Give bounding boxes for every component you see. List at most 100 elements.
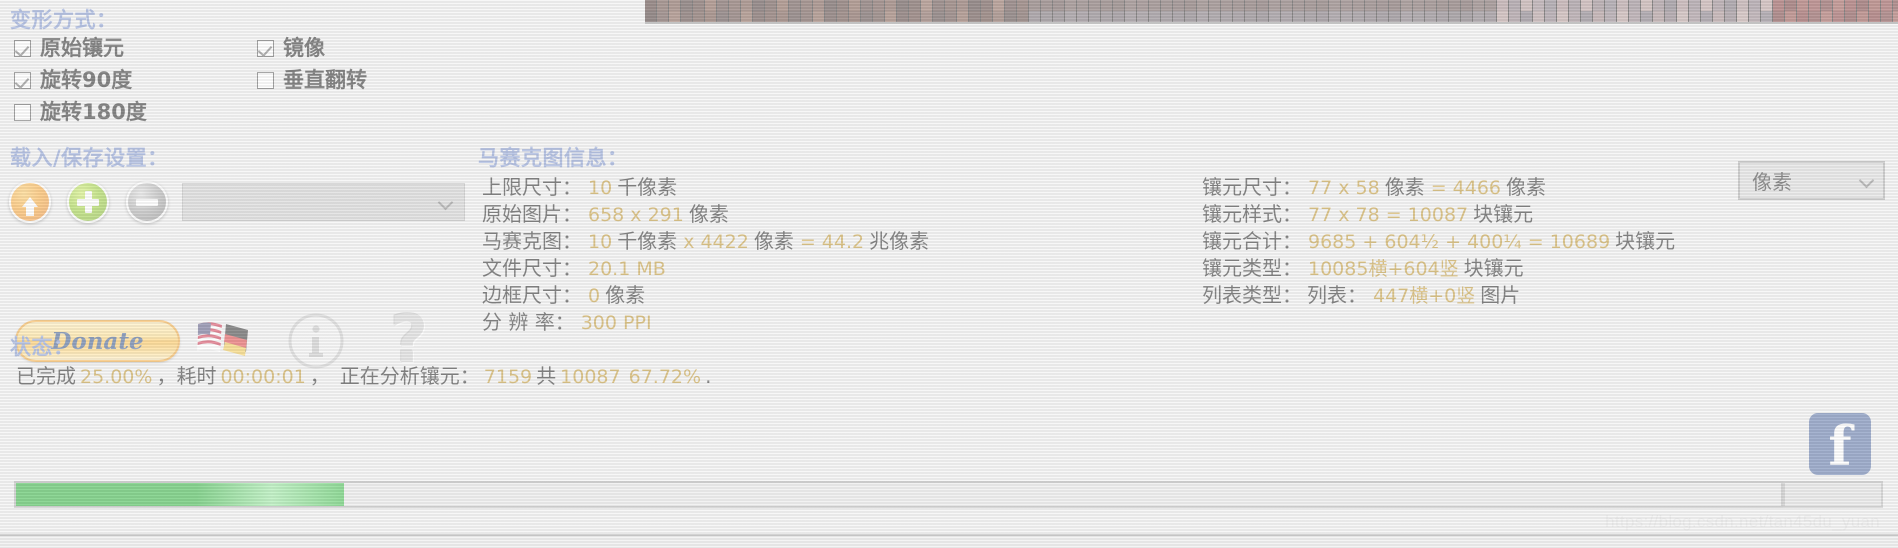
info-key: 列表类型： [1202,283,1302,307]
mosaic-preview-strip[interactable] [645,0,1898,24]
mosaic-tile [1617,11,1629,22]
chevron-down-icon[interactable] [1860,174,1873,187]
mosaic-tile [849,0,861,11]
mosaic-tile [693,0,705,11]
info-key: 边框尺寸： [482,283,582,307]
mosaic-tile [849,11,861,22]
mosaic-tile [705,0,717,11]
info-value: 20.1 MB [588,258,666,280]
load-settings-button[interactable] [9,181,51,223]
mosaic-tile [1161,0,1173,11]
mosaic-tile [1785,0,1797,11]
watermark-text: https://blog.csdn.net/tan45du_yuan [1605,512,1880,531]
mosaic-tile [1437,11,1449,22]
info-row: 镶元类型： 10085横+604竖 块镶元 [1202,255,1675,282]
mosaic-tile [1869,0,1881,11]
info-unit: 块镶元 [1463,256,1524,280]
mosaic-tile [1773,0,1785,11]
checkbox-flip-vertical[interactable]: 垂直翻转 [257,70,367,91]
settings-preset-dropdown[interactable] [182,183,465,221]
mosaic-tile [993,11,1005,22]
info-unit-2: 像素 [753,229,794,253]
info-unit-2: 像素 [1506,175,1547,199]
checkbox-rotate-90[interactable]: 旋转90度 [14,70,132,91]
facebook-icon[interactable]: f [1809,413,1871,475]
mosaic-tile [885,0,897,11]
info-row: 上限尺寸： 10 千像素 [482,174,929,201]
mosaic-tile [1353,11,1365,22]
mosaic-tile [1305,11,1317,22]
mosaic-tile [897,0,909,11]
mosaic-tile [1509,0,1521,11]
info-unit: 块镶元 [1473,202,1534,226]
info-row: 镶元合计： 9685 + 604½ + 400¼ = 10689 块镶元 [1202,228,1675,255]
mosaic-tile [1677,0,1689,11]
mosaic-tile [681,11,693,22]
unit-dropdown[interactable]: 像素 [1738,161,1885,200]
checkbox-box-icon[interactable] [257,72,274,89]
mosaic-tile [657,0,669,11]
mosaic-tile [861,0,873,11]
mosaic-tile [1329,11,1341,22]
info-row: 马赛克图： 10 千像素 x 4422 像素 = 44.2 兆像素 [482,228,929,255]
mosaic-tile [945,0,957,11]
checkbox-box-icon[interactable] [257,40,274,57]
checkbox-mirror[interactable]: 镜像 [257,38,325,59]
mosaic-tile [1521,0,1533,11]
progress-bar-fill [16,483,345,506]
mosaic-tile [1245,11,1257,22]
info-unit-2: 图片 [1480,283,1521,307]
unit-dropdown-value: 像素 [1752,170,1792,194]
scrollbar-thumb[interactable] [1783,481,1883,508]
mosaic-tile [1449,0,1461,11]
mosaic-tile [1653,0,1665,11]
mosaic-tile [669,0,681,11]
mosaic-tile [825,0,837,11]
mosaic-info-heading: 马赛克图信息： [478,146,629,170]
mosaic-tile [1461,11,1473,22]
mosaic-tile [1005,11,1017,22]
mosaic-tile [813,0,825,11]
mosaic-tile [1485,11,1497,22]
mosaic-tile [681,0,693,11]
checkbox-box-icon[interactable] [14,40,31,57]
facebook-f-glyph: f [1828,414,1852,478]
mosaic-tile [1137,11,1149,22]
mosaic-tile [1281,0,1293,11]
mosaic-tile [1065,11,1077,22]
mosaic-tile [1641,0,1653,11]
mosaic-tile [1077,0,1089,11]
checkbox-box-icon[interactable] [14,104,31,121]
mosaic-tile [1029,0,1041,11]
mosaic-tile [1317,0,1329,11]
mosaic-tile-row [645,11,1898,22]
mosaic-tile [1413,11,1425,22]
mosaic-tile [717,0,729,11]
mosaic-tile [1857,0,1869,11]
info-value: 658 x 291 [588,204,684,226]
mosaic-tile [789,0,801,11]
mosaic-tile [1533,0,1545,11]
mosaic-tile [1893,0,1898,11]
mosaic-tile [1881,0,1893,11]
mosaic-tile [1401,0,1413,11]
add-settings-button[interactable] [67,181,109,223]
mosaic-tile [1893,11,1898,22]
status-section-heading: 状态： [10,335,75,359]
mosaic-tile [1269,11,1281,22]
chevron-down-icon[interactable] [439,196,452,209]
remove-settings-button[interactable] [126,181,168,223]
mosaic-tile [1101,11,1113,22]
info-value-2: 447横+0竖 [1373,285,1476,307]
status-text: 已完成 25.00% ， 耗时 00:00:01 ， 正在分析镶元： 7159 … [16,360,711,389]
mosaic-tile [1557,0,1569,11]
info-unit: 像素 [1384,175,1425,199]
checkbox-rotate-180[interactable]: 旋转180度 [14,102,147,123]
checkbox-original-tile[interactable]: 原始镶元 [14,38,124,59]
mosaic-tile [1737,0,1749,11]
us-de-flags-icon[interactable] [196,318,252,364]
mosaic-tile [1353,0,1365,11]
mosaic-tile [777,11,789,22]
checkbox-box-icon[interactable] [14,72,31,89]
status-sub-percent: 67.72% [628,366,702,388]
